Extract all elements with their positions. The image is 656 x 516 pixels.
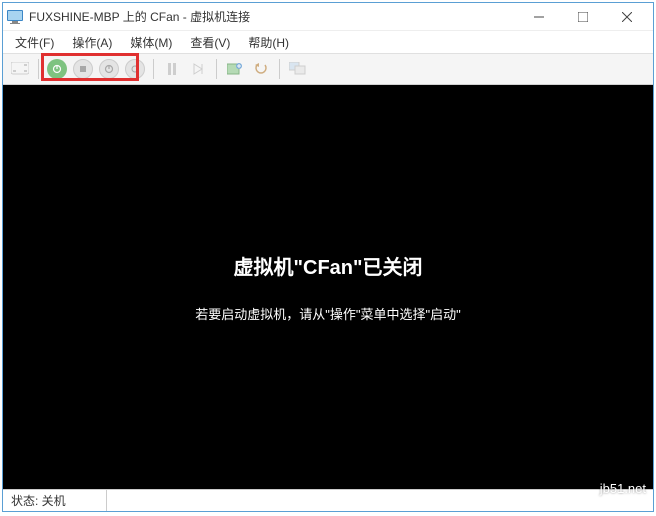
vm-status-heading: 虚拟机"CFan"已关闭 — [234, 251, 423, 280]
separator — [279, 59, 280, 79]
turnoff-button[interactable] — [72, 58, 94, 80]
watermark: jb51.net — [600, 481, 646, 496]
menu-help[interactable]: 帮助(H) — [240, 32, 297, 53]
window-controls — [517, 3, 649, 31]
titlebar: FUXSHINE-MBP 上的 CFan - 虚拟机连接 — [3, 3, 653, 31]
menubar: 文件(F) 操作(A) 媒体(M) 查看(V) 帮助(H) — [3, 31, 653, 53]
menu-action[interactable]: 操作(A) — [64, 32, 120, 53]
save-button[interactable] — [124, 58, 146, 80]
close-button[interactable] — [605, 3, 649, 31]
app-icon — [7, 10, 23, 24]
reset-button — [187, 58, 209, 80]
statusbar: 状态: 关机 — [3, 489, 653, 511]
vm-status-message: 若要启动虚拟机，请从"操作"菜单中选择"启动" — [195, 304, 460, 323]
checkpoint-button[interactable] — [224, 58, 246, 80]
separator — [216, 59, 217, 79]
menu-media[interactable]: 媒体(M) — [122, 32, 180, 53]
maximize-button[interactable] — [561, 3, 605, 31]
menu-file[interactable]: 文件(F) — [7, 32, 62, 53]
shutdown-button[interactable] — [98, 58, 120, 80]
toolbar — [3, 53, 653, 85]
separator — [153, 59, 154, 79]
enhanced-session-button — [287, 58, 309, 80]
vm-display-area: 虚拟机"CFan"已关闭 若要启动虚拟机，请从"操作"菜单中选择"启动" — [3, 85, 653, 489]
separator — [38, 59, 39, 79]
vm-connection-window: FUXSHINE-MBP 上的 CFan - 虚拟机连接 文件(F) 操作(A)… — [2, 2, 654, 512]
pause-button — [161, 58, 183, 80]
window-title: FUXSHINE-MBP 上的 CFan - 虚拟机连接 — [29, 8, 517, 25]
start-button[interactable] — [46, 58, 68, 80]
status-label: 状态: 关机 — [11, 490, 107, 511]
minimize-button[interactable] — [517, 3, 561, 31]
ctrl-alt-del-icon — [9, 58, 31, 80]
menu-view[interactable]: 查看(V) — [182, 32, 238, 53]
revert-button[interactable] — [250, 58, 272, 80]
